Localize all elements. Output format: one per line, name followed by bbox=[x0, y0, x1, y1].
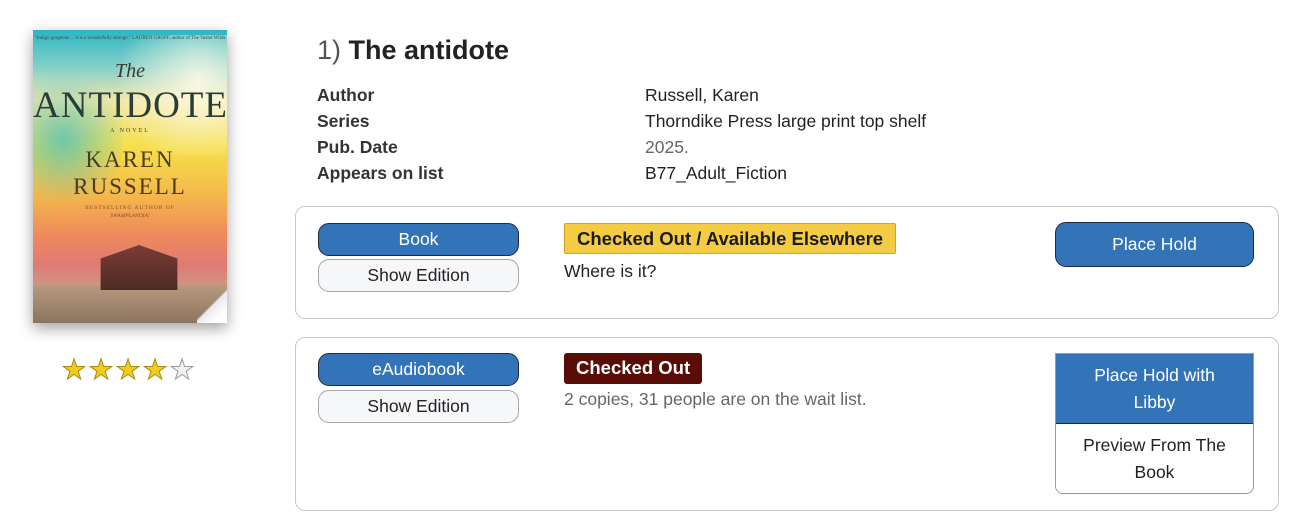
cover-author-last: RUSSELL bbox=[73, 174, 187, 199]
detail-row-series: Series Thorndike Press large print top s… bbox=[317, 110, 1017, 136]
list-link[interactable]: B77_Adult_Fiction bbox=[645, 162, 787, 188]
pub-date-value: 2025. bbox=[645, 137, 689, 157]
place-hold-libby-button[interactable]: Place Hold with Libby bbox=[1056, 354, 1253, 424]
star-filled-icon: ★ bbox=[115, 354, 141, 385]
format-card-book: Book Show Edition Checked Out / Availabl… bbox=[295, 206, 1279, 319]
star-filled-icon: ★ bbox=[142, 354, 168, 385]
star-filled-icon: ★ bbox=[61, 354, 87, 385]
button-label-line: Book bbox=[1134, 462, 1175, 482]
detail-row-list: Appears on list B77_Adult_Fiction bbox=[317, 162, 1017, 188]
cover-subtitle: A NOVEL bbox=[110, 128, 150, 134]
detail-label: Appears on list bbox=[317, 163, 444, 183]
wait-list-text: 2 copies, 31 people are on the wait list… bbox=[564, 389, 867, 409]
result-heading: 1) The antidote bbox=[317, 35, 509, 66]
detail-label: Pub. Date bbox=[317, 137, 398, 157]
cover-author-first: KAREN bbox=[85, 147, 175, 172]
result-number: 1) bbox=[317, 35, 342, 65]
button-label-line: Libby bbox=[1133, 392, 1176, 412]
show-edition-button[interactable]: Show Edition bbox=[318, 259, 519, 292]
cover-title: ANTIDOTE bbox=[33, 85, 227, 126]
preview-book-button[interactable]: Preview From The Book bbox=[1056, 424, 1253, 493]
cover-byline-title: SWAMPLANDIA! bbox=[110, 213, 150, 219]
star-empty-icon: ★ bbox=[169, 354, 195, 385]
book-cover-image[interactable]: "Indigo gorgeous ... it is a wonderfully… bbox=[33, 30, 227, 323]
page-curl-icon bbox=[197, 287, 227, 323]
cover-blurb: "Indigo gorgeous ... it is a wonderfully… bbox=[34, 36, 226, 41]
star-filled-icon: ★ bbox=[88, 354, 114, 385]
button-label-line: Preview From The bbox=[1083, 435, 1226, 455]
cover-byline: BESTSELLING AUTHOR OF bbox=[85, 205, 175, 211]
where-is-it-link[interactable]: Where is it? bbox=[564, 261, 656, 282]
author-link[interactable]: Russell, Karen bbox=[645, 84, 759, 110]
cover-art-house bbox=[100, 245, 178, 290]
status-badge: Checked Out bbox=[564, 353, 703, 384]
detail-label: Author bbox=[317, 85, 375, 105]
star-rating: ★ ★ ★ ★ ★ bbox=[61, 354, 195, 385]
button-label-line: Place Hold with bbox=[1094, 365, 1215, 385]
libby-actions: Place Hold with Libby Preview From The B… bbox=[1055, 353, 1254, 494]
show-edition-button[interactable]: Show Edition bbox=[318, 390, 519, 423]
detail-row-pub-date: Pub. Date 2025. bbox=[317, 136, 1017, 162]
record-details: Author Russell, Karen Series Thorndike P… bbox=[317, 84, 1017, 188]
result-title-link[interactable]: The antidote bbox=[349, 35, 510, 65]
format-button-eaudiobook[interactable]: eAudiobook bbox=[318, 353, 519, 386]
cover-title-article: The bbox=[115, 60, 145, 82]
format-button-book[interactable]: Book bbox=[318, 223, 519, 256]
detail-row-author: Author Russell, Karen bbox=[317, 84, 1017, 110]
format-card-eaudiobook: eAudiobook Show Edition Checked Out 2 co… bbox=[295, 337, 1279, 511]
series-link[interactable]: Thorndike Press large print top shelf bbox=[645, 110, 926, 136]
status-badge: Checked Out / Available Elsewhere bbox=[564, 223, 897, 254]
detail-label: Series bbox=[317, 111, 370, 131]
place-hold-button[interactable]: Place Hold bbox=[1055, 222, 1254, 267]
